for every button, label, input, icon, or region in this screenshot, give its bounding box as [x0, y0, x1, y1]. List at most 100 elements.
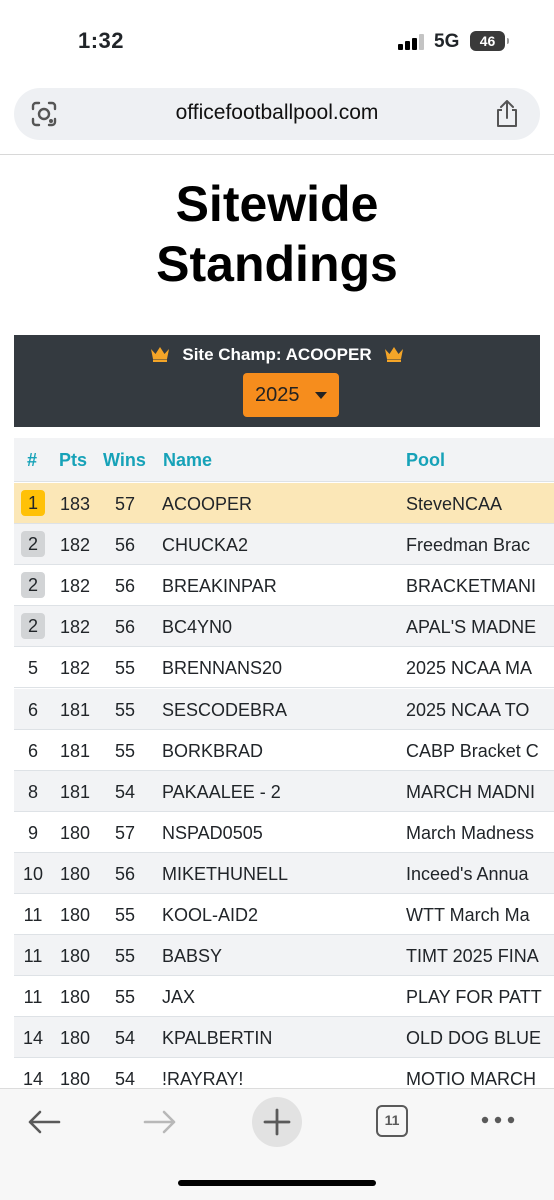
wins-cell: 54	[114, 1028, 136, 1049]
wins-cell: 55	[114, 658, 136, 679]
name-cell[interactable]: ACOOPER	[162, 494, 402, 515]
name-cell[interactable]: PAKAALEE - 2	[162, 782, 402, 803]
pool-cell[interactable]: 2025 NCAA TO	[406, 700, 554, 721]
battery-icon: 46	[470, 31, 509, 51]
pts-cell: 182	[59, 658, 91, 679]
url-text[interactable]: officefootballpool.com	[14, 101, 540, 125]
pool-cell[interactable]: TIMT 2025 FINA	[406, 946, 554, 967]
pts-cell: 180	[59, 905, 91, 925]
pool-cell[interactable]: CABP Bracket C	[406, 741, 554, 762]
pool-cell[interactable]: March Madness	[406, 823, 554, 844]
pool-cell[interactable]: 2025 NCAA MA	[406, 658, 554, 679]
header-wins[interactable]: Wins	[103, 450, 146, 471]
table-row[interactable]: 9 180 57 NSPAD0505 March Madness	[14, 811, 554, 853]
pool-cell[interactable]: OLD DOG BLUE	[406, 1028, 554, 1049]
rank-cell: 11	[14, 946, 52, 967]
name-cell[interactable]: KOOL-AID2	[162, 905, 402, 926]
rank-cell: 6	[14, 700, 52, 721]
pool-cell[interactable]: Freedman Brac	[406, 535, 554, 556]
name-cell[interactable]: BABSY	[162, 946, 402, 967]
pool-cell[interactable]: Inceed's Annua	[406, 864, 554, 885]
forward-arrow-icon[interactable]	[142, 1107, 178, 1137]
rank-cell: 10	[14, 864, 52, 885]
pool-cell[interactable]: APAL'S MADNE	[406, 617, 554, 638]
wins-cell: 57	[114, 822, 136, 843]
rank-cell: 2	[14, 531, 52, 561]
pts-cell: 181	[59, 781, 91, 802]
rank-cell: 11	[14, 987, 52, 1008]
table-row[interactable]: 10 180 56 MIKETHUNELL Inceed's Annua	[14, 852, 554, 894]
name-cell[interactable]: BRENNANS20	[162, 658, 402, 679]
site-champ-label: Site Champ: ACOOPER	[182, 345, 372, 364]
tab-switcher-icon[interactable]: 11	[376, 1105, 408, 1137]
table-row[interactable]: 8 181 54 PAKAALEE - 2 MARCH MADNI	[14, 770, 554, 812]
new-tab-button[interactable]	[252, 1097, 302, 1147]
rank-cell: 1	[14, 490, 52, 520]
table-header-row: # Pts Wins Name Pool	[14, 438, 554, 482]
chevron-down-icon	[315, 392, 327, 399]
wins-cell: 56	[114, 863, 136, 884]
header-name[interactable]: Name	[163, 450, 212, 471]
name-cell[interactable]: CHUCKA2	[162, 535, 402, 556]
table-row[interactable]: 2 182 56 CHUCKA2 Freedman Brac	[14, 524, 554, 566]
table-row[interactable]: 11 180 55 JAX PLAY FOR PATT	[14, 976, 554, 1018]
pool-cell[interactable]: SteveNCAA	[406, 494, 554, 515]
rank-badge: 14	[22, 1028, 44, 1049]
rank-cell: 2	[14, 572, 52, 602]
share-icon[interactable]	[494, 99, 520, 129]
pool-cell[interactable]: WTT March Ma	[406, 905, 554, 926]
name-cell[interactable]: BREAKINPAR	[162, 576, 402, 597]
more-menu-icon[interactable]	[480, 1115, 516, 1125]
table-row[interactable]: 11 180 55 KOOL-AID2 WTT March Ma	[14, 894, 554, 935]
rank-badge: 10	[22, 863, 44, 884]
pts-cell: 180	[59, 1028, 91, 1049]
page-title: Sitewide Standings	[0, 176, 554, 292]
back-arrow-icon[interactable]	[26, 1107, 62, 1137]
rank-badge: 2	[21, 613, 45, 640]
header-pts[interactable]: Pts	[59, 450, 87, 471]
table-row[interactable]: 14 180 54 KPALBERTIN OLD DOG BLUE	[14, 1017, 554, 1059]
pts-cell: 180	[59, 863, 91, 884]
name-cell[interactable]: MIKETHUNELL	[162, 864, 402, 885]
table-row[interactable]: 6 181 55 SESCODEBRA 2025 NCAA TO	[14, 688, 554, 730]
name-cell[interactable]: BORKBRAD	[162, 741, 402, 762]
table-row[interactable]: 5 182 55 BRENNANS20 2025 NCAA MA	[14, 647, 554, 689]
name-cell[interactable]: NSPAD0505	[162, 823, 402, 844]
table-row[interactable]: 2 182 56 BREAKINPAR BRACKETMANI	[14, 565, 554, 607]
wins-cell: 54	[114, 781, 136, 802]
rank-cell: 9	[14, 823, 52, 844]
year-dropdown[interactable]: 2025	[243, 373, 339, 417]
name-cell[interactable]: KPALBERTIN	[162, 1028, 402, 1049]
rank-cell: 6	[14, 741, 52, 762]
pts-cell: 180	[59, 1069, 91, 1088]
pool-cell[interactable]: MOTIO MARCH	[406, 1069, 554, 1088]
cellular-signal-icon	[398, 34, 426, 50]
name-cell[interactable]: JAX	[162, 987, 402, 1008]
page-title-line1: Sitewide	[175, 176, 379, 232]
name-cell[interactable]: SESCODEBRA	[162, 700, 402, 721]
wins-cell: 55	[114, 946, 136, 967]
site-champ-panel: Site Champ: ACOOPER 2025	[14, 335, 540, 427]
name-cell[interactable]: BC4YN0	[162, 617, 402, 638]
table-row[interactable]: 11 180 55 BABSY TIMT 2025 FINA	[14, 935, 554, 977]
table-row[interactable]: 2 182 56 BC4YN0 APAL'S MADNE	[14, 606, 554, 648]
wins-cell: 56	[114, 535, 136, 556]
rank-badge: 9	[27, 822, 38, 843]
wins-cell: 55	[114, 905, 136, 925]
wins-cell: 56	[114, 617, 136, 638]
address-bar[interactable]: officefootballpool.com	[14, 88, 540, 140]
pool-cell[interactable]: MARCH MADNI	[406, 782, 554, 803]
header-rank[interactable]: #	[27, 450, 37, 471]
rank-cell: 8	[14, 782, 52, 803]
table-row[interactable]: 6 181 55 BORKBRAD CABP Bracket C	[14, 729, 554, 771]
pool-cell[interactable]: PLAY FOR PATT	[406, 987, 554, 1008]
rank-badge: 11	[23, 905, 43, 925]
header-pool[interactable]: Pool	[406, 450, 445, 471]
table-row[interactable]: 1 183 57 ACOOPER SteveNCAA	[14, 483, 554, 524]
pool-cell[interactable]: BRACKETMANI	[406, 576, 554, 597]
table-row[interactable]: 14 180 54 !RAYRAY! MOTIO MARCH	[14, 1058, 554, 1088]
name-cell[interactable]: !RAYRAY!	[162, 1069, 402, 1088]
rank-cell: 14	[14, 1028, 52, 1049]
wins-cell: 54	[114, 1069, 136, 1088]
home-indicator	[178, 1180, 376, 1186]
